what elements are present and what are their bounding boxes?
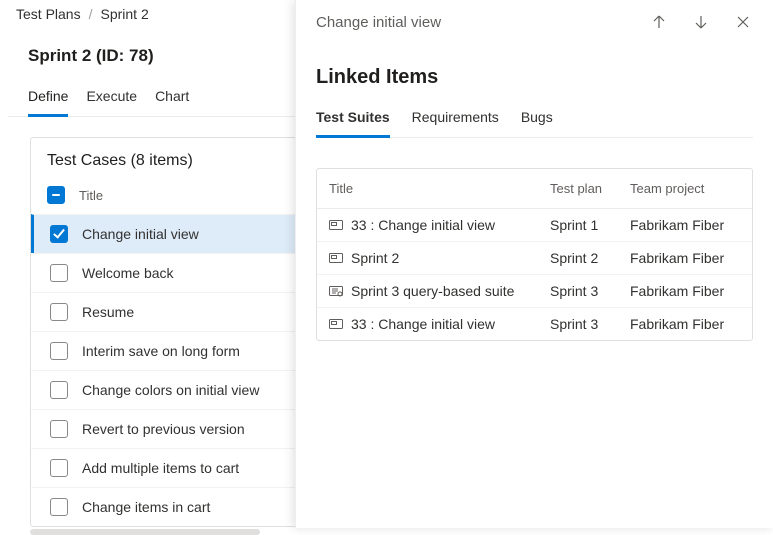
tab-requirements[interactable]: Requirements	[412, 105, 499, 138]
linked-item-project: Fabrikam Fiber	[630, 283, 740, 299]
test-case-checkbox[interactable]	[50, 381, 68, 399]
breadcrumb-item[interactable]: Test Plans	[16, 6, 81, 22]
tab-bugs[interactable]: Bugs	[521, 105, 553, 138]
linked-item-title: 33 : Change initial view	[351, 217, 495, 233]
static-suite-icon	[329, 318, 343, 330]
linked-item-row[interactable]: 33 : Change initial view Sprint 3Fabrikam…	[317, 307, 752, 340]
column-test-plan[interactable]: Test plan	[550, 181, 630, 196]
linked-item-plan: Sprint 3	[550, 283, 630, 299]
linked-item-plan: Sprint 3	[550, 316, 630, 332]
test-case-title: Change items in cart	[82, 499, 210, 515]
arrow-up-icon	[651, 14, 667, 30]
arrow-down-icon	[693, 14, 709, 30]
linked-item-plan: Sprint 1	[550, 217, 630, 233]
linked-item-project: Fabrikam Fiber	[630, 250, 740, 266]
linked-item-project: Fabrikam Fiber	[630, 217, 740, 233]
next-item-button[interactable]	[691, 12, 711, 32]
test-case-checkbox[interactable]	[50, 264, 68, 282]
side-panel: Change initial view Linked Items Test Su…	[295, 0, 773, 528]
panel-tabs: Test Suites Requirements Bugs	[316, 105, 753, 138]
test-case-title: Interim save on long form	[82, 343, 240, 359]
column-title[interactable]: Title	[79, 188, 103, 203]
tab-define[interactable]: Define	[28, 84, 68, 117]
column-title[interactable]: Title	[329, 181, 550, 196]
test-case-checkbox[interactable]	[50, 498, 68, 516]
close-icon	[735, 14, 751, 30]
linked-item-title: 33 : Change initial view	[351, 316, 495, 332]
breadcrumb-separator: /	[89, 6, 93, 22]
previous-item-button[interactable]	[649, 12, 669, 32]
linked-items-table: Title Test plan Team project 33 : Change…	[316, 168, 753, 341]
select-all-checkbox[interactable]	[47, 186, 65, 204]
test-case-checkbox[interactable]	[50, 225, 68, 243]
tab-chart[interactable]: Chart	[155, 84, 189, 117]
linked-item-title: Sprint 3 query-based suite	[351, 283, 514, 299]
test-case-title: Resume	[82, 304, 134, 320]
test-case-checkbox[interactable]	[50, 303, 68, 321]
static-suite-icon	[329, 219, 343, 231]
tab-execute[interactable]: Execute	[86, 84, 137, 117]
linked-item-plan: Sprint 2	[550, 250, 630, 266]
close-button[interactable]	[733, 12, 753, 32]
test-case-checkbox[interactable]	[50, 342, 68, 360]
test-case-title: Change initial view	[82, 226, 199, 242]
test-case-title: Welcome back	[82, 265, 174, 281]
test-case-checkbox[interactable]	[50, 459, 68, 477]
panel-title: Change initial view	[316, 14, 441, 31]
linked-item-row[interactable]: 33 : Change initial view Sprint 1Fabrikam…	[317, 209, 752, 241]
test-case-title: Add multiple items to cart	[82, 460, 239, 476]
breadcrumb-item[interactable]: Sprint 2	[100, 6, 148, 22]
linked-item-row[interactable]: Sprint 3 query-based suite Sprint 3Fabrik…	[317, 274, 752, 307]
query-suite-icon	[329, 285, 343, 297]
tab-test-suites[interactable]: Test Suites	[316, 105, 390, 138]
linked-item-title: Sprint 2	[351, 250, 399, 266]
linked-item-project: Fabrikam Fiber	[630, 316, 740, 332]
column-team-project[interactable]: Team project	[630, 181, 740, 196]
linked-items-heading: Linked Items	[316, 66, 753, 89]
linked-item-row[interactable]: Sprint 2Sprint 2Fabrikam Fiber	[317, 241, 752, 274]
static-suite-icon	[329, 252, 343, 264]
test-case-title: Change colors on initial view	[82, 382, 259, 398]
test-case-title: Revert to previous version	[82, 421, 245, 437]
test-case-checkbox[interactable]	[50, 420, 68, 438]
horizontal-scrollbar[interactable]	[30, 529, 260, 535]
